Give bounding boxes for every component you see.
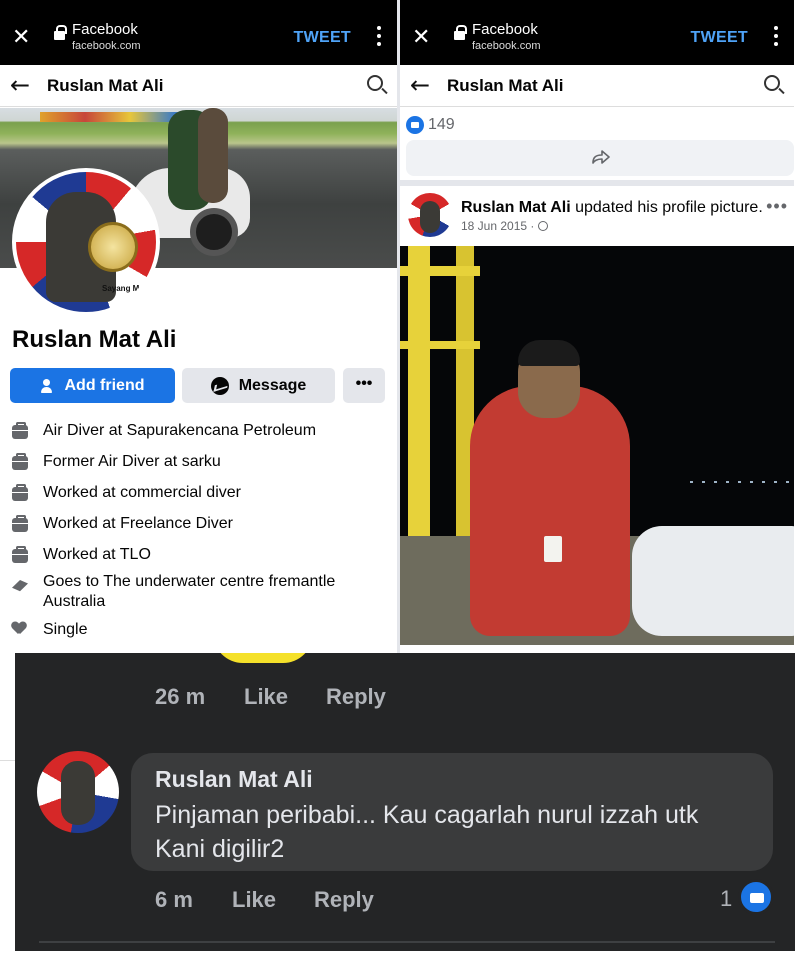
post-photo[interactable] <box>400 246 794 645</box>
search-icon[interactable] <box>367 75 383 91</box>
section-divider <box>39 941 775 943</box>
thumbs-up-icon <box>406 116 424 134</box>
detail-text: Worked at TLO <box>43 546 151 563</box>
like-count: 149 <box>428 116 455 133</box>
briefcase-icon <box>12 422 28 439</box>
commenter-avatar[interactable] <box>37 751 119 833</box>
sticker-image <box>213 653 313 663</box>
post-header: Ruslan Mat Ali updated his profile pictu… <box>461 199 771 217</box>
avatar-caption: Sayang Ma <box>102 284 144 293</box>
briefcase-icon <box>12 546 28 563</box>
share-button[interactable] <box>406 140 794 176</box>
comments-section: 26 m Like Reply Ruslan Mat Ali Pinjaman … <box>15 653 795 951</box>
nav-title: Ruslan Mat Ali <box>47 76 164 95</box>
more-options-button[interactable]: ••• <box>343 368 385 403</box>
close-icon[interactable]: ✕ <box>12 25 30 50</box>
comment-like-button[interactable]: Like <box>244 684 288 710</box>
kebab-menu-icon[interactable] <box>774 26 778 46</box>
commenter-name[interactable]: Ruslan Mat Ali <box>155 766 313 793</box>
detail-text: Worked at commercial diver <box>43 484 241 501</box>
comment-text-line: Pinjaman peribabi... Kau cagarlah nurul … <box>155 801 699 829</box>
site-url[interactable]: facebook.com <box>72 40 140 52</box>
share-icon <box>592 150 610 164</box>
messenger-icon <box>210 376 229 395</box>
detail-text: Single <box>43 621 88 638</box>
site-url[interactable]: facebook.com <box>472 40 540 52</box>
site-title: Facebook <box>72 21 138 38</box>
status-bar <box>0 0 397 10</box>
message-button[interactable]: Message <box>182 368 335 403</box>
post-date-row: 18 Jun 2015 · <box>461 219 549 233</box>
tweet-button[interactable]: TWEET <box>294 29 352 47</box>
comment-time: 6 m <box>155 887 193 912</box>
post-screen: ✕ Facebook facebook.com TWEET ← Ruslan M… <box>397 0 794 655</box>
detail-text: Air Diver at Sapurakencana Petroleum <box>43 422 317 439</box>
graduation-cap-icon <box>12 578 28 596</box>
back-arrow-icon[interactable]: ← <box>410 71 430 99</box>
nav-title: Ruslan Mat Ali <box>447 76 564 95</box>
profile-screen: ✕ Facebook facebook.com TWEET ← Ruslan M… <box>0 0 397 655</box>
page-navbar: ← Ruslan Mat Ali <box>0 65 397 107</box>
thumbs-up-icon[interactable] <box>738 879 774 915</box>
detail-text: Former Air Diver at sarku <box>43 453 221 470</box>
briefcase-icon <box>12 484 28 501</box>
kebab-menu-icon[interactable] <box>377 26 381 46</box>
post-author[interactable]: Ruslan Mat Ali <box>461 199 571 216</box>
page-navbar: ← Ruslan Mat Ali <box>400 65 794 107</box>
post-date[interactable]: 18 Jun 2015 <box>461 219 527 233</box>
globe-icon <box>538 221 549 231</box>
add-user-icon <box>40 378 57 393</box>
add-friend-button[interactable]: Add friend <box>10 368 175 403</box>
briefcase-icon <box>12 453 28 470</box>
reaction-count: 1 <box>720 886 733 911</box>
status-bar <box>400 0 794 10</box>
search-icon[interactable] <box>764 75 780 91</box>
heart-icon <box>12 622 28 636</box>
post-author-avatar[interactable] <box>408 193 452 237</box>
comment-text: Pinjaman peribabi... Kau cagarlah nurul … <box>155 798 755 866</box>
like-summary[interactable]: 149 <box>406 116 455 134</box>
back-arrow-icon[interactable]: ← <box>10 71 30 99</box>
lock-icon <box>454 25 467 40</box>
comment-time: 26 m <box>155 684 206 709</box>
briefcase-icon <box>12 515 28 532</box>
comment-text-line: Kani digilir2 <box>155 835 285 863</box>
close-icon[interactable]: ✕ <box>412 25 430 50</box>
left-panel-edge-line <box>0 760 15 761</box>
comment-like-button[interactable]: Like <box>232 887 276 913</box>
profile-name: Ruslan Mat Ali <box>12 326 177 353</box>
profile-avatar[interactable]: Sayang Ma <box>12 168 160 316</box>
tweet-button[interactable]: TWEET <box>691 29 749 47</box>
message-label: Message <box>238 376 307 394</box>
left-panel-edge <box>0 653 15 760</box>
post-more-button[interactable]: ••• <box>766 196 788 217</box>
detail-text: Goes to The underwater centre fremantle … <box>43 573 336 610</box>
post-action: updated his profile picture. <box>575 199 763 216</box>
browser-toolbar: ✕ Facebook facebook.com TWEET <box>400 10 794 65</box>
lock-icon <box>54 25 67 40</box>
add-friend-label: Add friend <box>64 376 145 394</box>
comment-reply-button[interactable]: Reply <box>326 684 386 710</box>
site-title: Facebook <box>472 21 538 38</box>
browser-toolbar: ✕ Facebook facebook.com TWEET <box>0 10 397 65</box>
comment-reply-button[interactable]: Reply <box>314 887 374 913</box>
feed-divider <box>400 180 794 186</box>
detail-text: Worked at Freelance Diver <box>43 515 233 532</box>
